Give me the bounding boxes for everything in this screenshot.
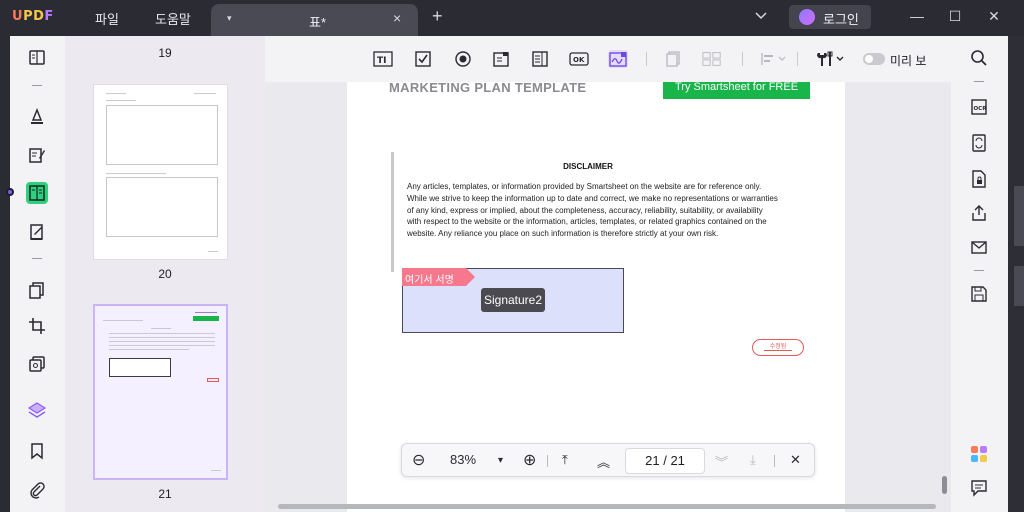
thumb-page-number: 21: [158, 487, 172, 501]
vertical-scrollbar[interactable]: [942, 476, 947, 494]
previous-page-button[interactable]: ︽: [597, 452, 610, 471]
thumb-page-number: 20: [158, 267, 172, 281]
preview-toggle[interactable]: [863, 53, 885, 65]
thumbnail-panel: 19 20 21: [65, 36, 265, 512]
stamp-annotation[interactable]: 수정됨: [752, 339, 804, 356]
new-tab-button[interactable]: +: [432, 6, 443, 27]
tab-dropdown-icon[interactable]: ▾: [227, 13, 232, 24]
app-window: 19 20 21 MARKETING PLAN TEMPLATE Try Sma…: [6, 36, 1008, 512]
right-toolbar: OCR: [951, 36, 1008, 512]
tab-title: 표*: [309, 15, 327, 30]
form-icon[interactable]: [26, 182, 48, 204]
checkbox-icon[interactable]: [413, 50, 433, 68]
current-page: 21: [645, 453, 660, 468]
total-pages: 21: [670, 453, 685, 468]
crop-icon[interactable]: [26, 315, 48, 337]
convert-icon[interactable]: [968, 132, 990, 154]
panel-handle[interactable]: [6, 188, 14, 196]
svg-text:OK: OK: [573, 56, 585, 64]
layers-icon[interactable]: [26, 400, 48, 422]
edit-pdf-icon[interactable]: [26, 144, 48, 166]
title-bar: UPDF 파일 도움말 ▾ 표* × + 로그인 — ☐ ✕: [0, 0, 1024, 36]
close-navigation-button[interactable]: ✕: [790, 452, 801, 468]
zoom-level[interactable]: 83%: [450, 452, 476, 467]
ai-assistant-icon[interactable]: [968, 443, 990, 465]
sign-here-flag: 여기서 서명: [402, 268, 475, 286]
zoom-dropdown-icon[interactable]: ▾: [498, 455, 503, 466]
button-field-icon[interactable]: OK: [569, 50, 589, 68]
radio-button-icon[interactable]: [453, 50, 473, 68]
signature-field-label: Signature2: [481, 288, 545, 312]
attachment-icon[interactable]: [26, 479, 48, 501]
first-page-button[interactable]: ⤒: [562, 452, 568, 468]
document-area: MARKETING PLAN TEMPLATE Try Smartsheet f…: [265, 36, 951, 512]
next-page-button[interactable]: ︾: [715, 452, 728, 471]
organize-pages-icon[interactable]: [26, 279, 48, 301]
last-page-button[interactable]: ⤓: [750, 452, 756, 468]
ocr-icon[interactable]: OCR: [968, 96, 990, 118]
thumb-page-number: 19: [158, 46, 172, 60]
align-icon[interactable]: [759, 50, 789, 68]
share-icon[interactable]: [968, 202, 990, 224]
protect-icon[interactable]: [26, 353, 48, 375]
login-label: 로그인: [823, 12, 859, 27]
disclaimer-text: Any articles, templates, or information …: [407, 182, 778, 239]
svg-text:OCR: OCR: [974, 106, 988, 112]
menu-file[interactable]: 파일: [95, 9, 119, 28]
protect-document-icon[interactable]: [968, 168, 990, 190]
horizontal-scrollbar[interactable]: [278, 504, 936, 509]
quote-bar: [391, 152, 394, 272]
comment-icon[interactable]: [968, 477, 990, 499]
bookmark-icon[interactable]: [26, 440, 48, 462]
email-icon[interactable]: [968, 236, 990, 258]
dropdown-field-icon[interactable]: [491, 50, 511, 68]
fill-sign-icon[interactable]: [26, 221, 48, 243]
form-toolbar: TI OK 미리 보: [265, 36, 951, 82]
text-field-icon[interactable]: TI: [373, 50, 393, 68]
grid-layout-icon[interactable]: [702, 50, 722, 68]
reader-icon[interactable]: [26, 47, 48, 69]
zoom-out-button[interactable]: ⊖: [412, 450, 425, 470]
maximize-button[interactable]: ☐: [946, 8, 964, 26]
close-window-button[interactable]: ✕: [985, 8, 1003, 26]
desktop-edge: [1008, 36, 1024, 512]
left-toolbar: [6, 36, 65, 512]
updf-logo: UPDF: [12, 9, 54, 24]
page-thumbnail-21[interactable]: [93, 304, 228, 480]
page-navigation-bar: ⊖ 83% ▾ ⊕ ⤒ ︽ 21 / 21 ︾ ⤓ ✕: [401, 443, 815, 477]
list-box-icon[interactable]: [530, 50, 550, 68]
signature-field-icon[interactable]: [608, 50, 628, 68]
duplicate-field-icon[interactable]: [663, 50, 683, 68]
tab-close-button[interactable]: ×: [393, 10, 401, 26]
disclaimer-heading: DISCLAIMER: [563, 162, 613, 171]
search-icon[interactable]: [968, 47, 990, 69]
page-number-input[interactable]: 21 / 21: [625, 448, 705, 474]
zoom-in-button[interactable]: ⊕: [523, 450, 536, 470]
chevron-down-icon[interactable]: [754, 9, 768, 23]
page-thumbnail-20[interactable]: [93, 84, 228, 260]
tools-icon[interactable]: [813, 50, 847, 68]
document-title: MARKETING PLAN TEMPLATE: [389, 80, 587, 95]
minimize-button[interactable]: —: [908, 8, 926, 26]
save-icon[interactable]: [968, 283, 990, 305]
comment-highlight-icon[interactable]: [26, 105, 48, 127]
preview-label: 미리 보: [890, 54, 927, 68]
login-button[interactable]: 로그인: [789, 5, 871, 29]
svg-text:TI: TI: [377, 56, 387, 66]
menu-help[interactable]: 도움말: [155, 9, 191, 28]
avatar: [799, 9, 815, 25]
document-tab[interactable]: ▾ 표* ×: [211, 4, 418, 36]
